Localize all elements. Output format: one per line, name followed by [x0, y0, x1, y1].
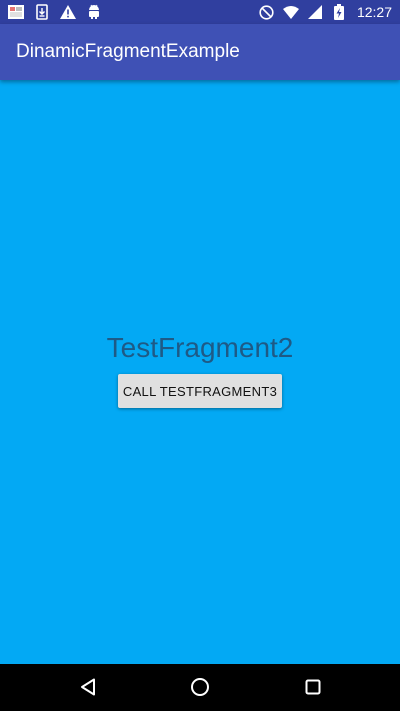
signal-icon — [307, 4, 323, 20]
gallery-icon — [8, 4, 24, 20]
android-icon — [86, 4, 102, 20]
notification-icons — [8, 0, 102, 24]
app-bar: DinamicFragmentExample — [0, 24, 400, 80]
back-icon[interactable] — [76, 675, 100, 699]
home-icon[interactable] — [188, 675, 212, 699]
download-icon — [34, 4, 50, 20]
do-not-disturb-icon — [259, 4, 275, 20]
call-testfragment3-button[interactable]: CALL TESTFRAGMENT3 — [118, 374, 282, 408]
fragment-container: TestFragment2 CALL TESTFRAGMENT3 — [0, 80, 400, 664]
status-time: 12:27 — [356, 4, 392, 20]
battery-charging-icon — [331, 4, 347, 20]
fragment-title: TestFragment2 — [106, 332, 294, 363]
wifi-icon — [282, 4, 299, 20]
app-title: DinamicFragmentExample — [16, 41, 240, 62]
navigation-bar — [0, 664, 400, 711]
warning-icon — [60, 4, 76, 20]
status-bar: 12:27 — [0, 0, 400, 24]
system-status-icons: 12:27 — [259, 0, 392, 24]
app-screen: 12:27 DinamicFragmentExample TestFragmen… — [0, 0, 400, 711]
recents-icon[interactable] — [301, 675, 325, 699]
